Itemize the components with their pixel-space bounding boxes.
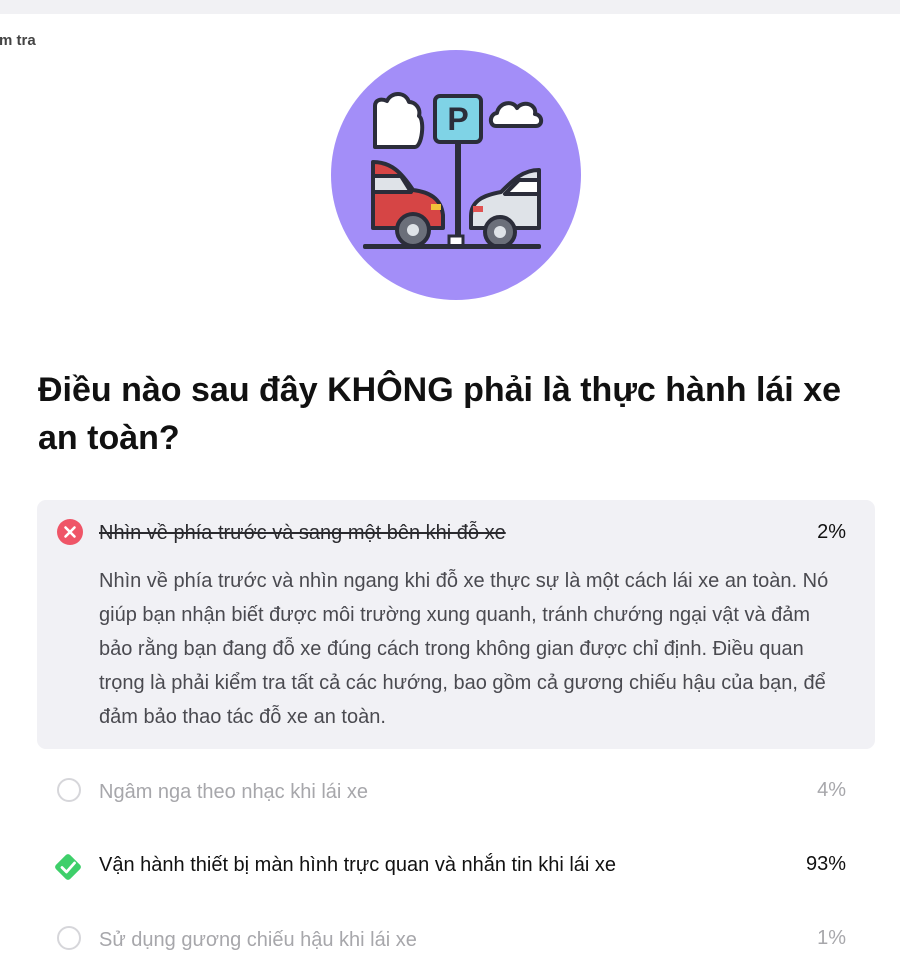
option-percent: 4% xyxy=(817,779,846,801)
cloud-icon xyxy=(488,101,544,128)
option-label: Ngâm nga theo nhạc khi lái xe xyxy=(99,781,369,803)
option-label: Vận hành thiết bị màn hình trực quan và … xyxy=(99,854,617,876)
answer-option-1[interactable]: Nhìn về phía trước và sang một bên khi đ… xyxy=(37,500,875,749)
cloud-icon xyxy=(373,92,425,149)
option-percent: 2% xyxy=(817,521,846,543)
answer-option-2[interactable]: Ngâm nga theo nhạc khi lái xe 4% xyxy=(37,776,875,806)
x-circle-icon xyxy=(57,519,83,545)
top-bar xyxy=(0,0,900,14)
question-title: Điều nào sau đây KHÔNG phải là thực hành… xyxy=(38,371,842,457)
option-percent: 93% xyxy=(805,853,846,875)
answer-option-4[interactable]: Sử dụng gương chiếu hậu khi lái xe 1% xyxy=(37,924,875,954)
parking-cars-illustration-icon: P xyxy=(363,92,544,249)
breadcrumb[interactable]: m tra xyxy=(0,32,36,49)
option-label: Sử dụng gương chiếu hậu khi lái xe xyxy=(99,929,417,951)
answer-explanation: Nhìn về phía trước và nhìn ngang khi đỗ … xyxy=(99,570,829,728)
parking-sign-letter: P xyxy=(447,101,468,137)
check-diamond-icon xyxy=(51,850,85,884)
option-label: Nhìn về phía trước và sang một bên khi đ… xyxy=(99,522,506,544)
radio-empty-icon xyxy=(57,778,83,804)
option-percent: 1% xyxy=(817,927,846,949)
answer-option-3[interactable]: Vận hành thiết bị màn hình trực quan và … xyxy=(37,848,875,882)
question-illustration: P xyxy=(331,50,581,300)
red-car-icon xyxy=(371,160,445,248)
white-car-icon xyxy=(469,168,541,249)
radio-empty-icon xyxy=(57,926,83,952)
